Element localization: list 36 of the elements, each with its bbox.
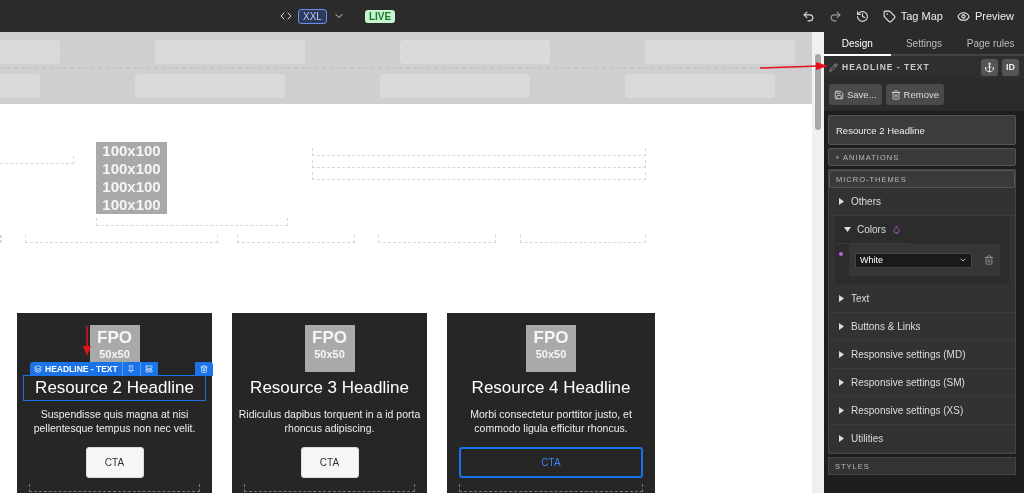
save-button[interactable]: Save... <box>829 84 882 105</box>
placeholder-label: 50x50 <box>314 347 345 361</box>
preview-button[interactable]: Preview <box>956 9 1014 23</box>
id-button[interactable]: ID <box>1002 58 1019 76</box>
element-label[interactable]: HEADLINE - TEXT <box>30 362 122 376</box>
placeholder-label: 100x100 <box>102 160 161 178</box>
placeholder-label: FPO <box>533 328 569 348</box>
name-field[interactable]: Resource 2 Headline <box>828 115 1016 145</box>
placeholder-label: FPO <box>312 328 347 348</box>
card-description: Morbi consectetur porttitor justo, et commodo ligula efficitur rhoncus. <box>469 407 633 435</box>
card-description: Ridiculus dapibus torquent in a id porta rhoncus adipiscing. <box>238 407 421 435</box>
breakpoint-badge[interactable]: XXL <box>298 8 327 24</box>
element-label: HEADLINE - TEXT <box>842 62 931 72</box>
placeholder-label: 100x100 <box>102 142 161 160</box>
remove-button[interactable]: Remove <box>885 84 944 105</box>
cta-button[interactable]: CTA <box>300 447 359 478</box>
card-headline[interactable]: Resource 4 Headline <box>459 375 643 401</box>
placeholder-label: 100x100 <box>102 178 161 196</box>
theme-item[interactable]: Text <box>829 285 1015 313</box>
theme-item[interactable]: Responsive settings (SM) <box>829 369 1015 397</box>
placeholder-label: FPO <box>97 328 132 348</box>
cta-button[interactable]: CTA <box>85 447 144 478</box>
tag-button[interactable]: Tag Map <box>882 9 943 23</box>
theme-item[interactable]: Buttons & Links <box>829 313 1015 341</box>
cta-button[interactable]: CTA <box>459 447 643 478</box>
card-headline[interactable]: Resource 3 Headline <box>238 375 421 401</box>
placeholder-label: 100x100 <box>102 196 161 214</box>
card-headline[interactable]: Resource 2 Headline <box>23 375 206 401</box>
color-select[interactable]: White <box>855 252 972 268</box>
placeholder-label: 50x50 <box>535 347 567 361</box>
theme-item[interactable]: Responsive settings (MD) <box>829 341 1015 369</box>
card-description: Suspendisse quis magna at nisi pellentesque tempus non nec velit. <box>32 407 197 435</box>
theme-item[interactable]: Responsive settings (XS) <box>829 397 1015 425</box>
placeholder-label: 50x50 <box>99 347 130 361</box>
theme-item[interactable]: Utilities <box>829 425 1015 453</box>
live-badge: LIVE <box>364 9 396 23</box>
